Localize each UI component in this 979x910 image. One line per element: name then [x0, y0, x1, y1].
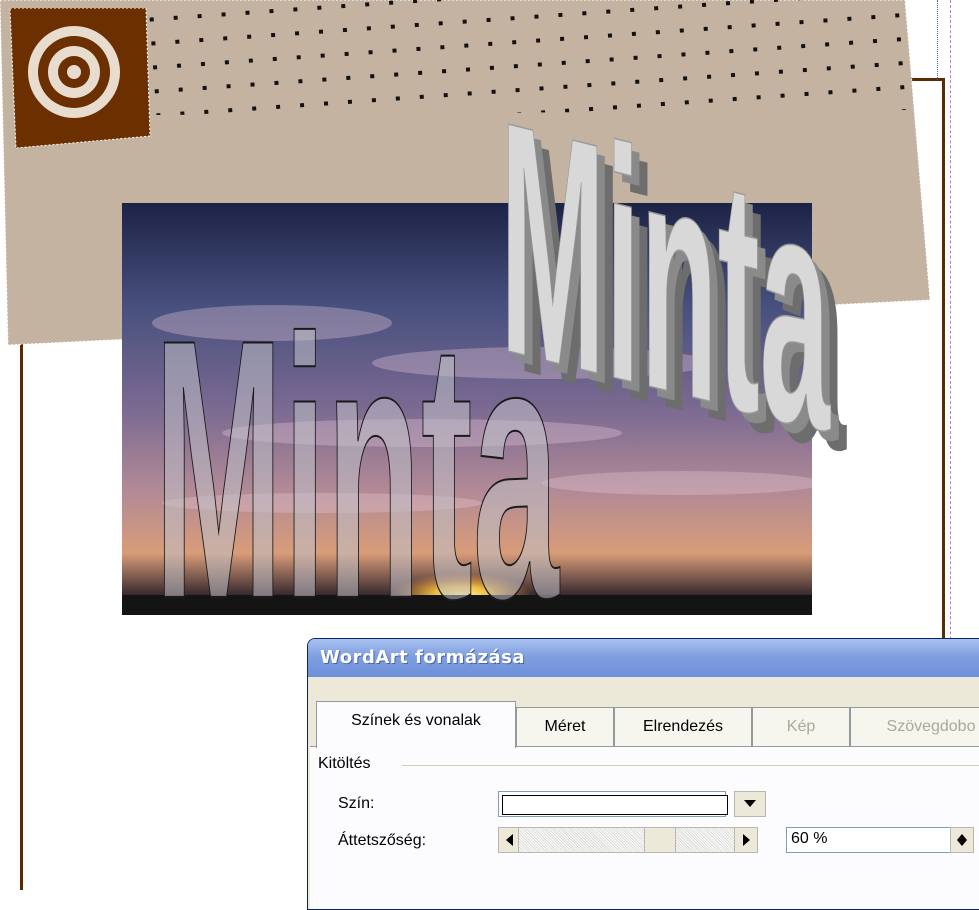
- slider-thumb[interactable]: [644, 827, 676, 853]
- target-logo-icon[interactable]: [6, 8, 156, 153]
- dialog-title-bar[interactable]: WordArt formázása: [308, 639, 979, 677]
- tab-size[interactable]: Méret: [516, 707, 614, 746]
- transparency-input[interactable]: 60 %: [786, 827, 968, 853]
- arrow-right-icon: [742, 834, 750, 846]
- transparency-label: Áttetszőség:: [338, 832, 427, 849]
- spin-down-icon: [957, 840, 967, 846]
- tab-label: Színek és vonalak: [351, 712, 481, 729]
- transparency-spinner[interactable]: [950, 827, 974, 853]
- tab-textbox: Szövegdobo: [850, 707, 979, 746]
- wordart-3d-text: Minta: [500, 60, 831, 480]
- transparency-value: 60 %: [791, 830, 828, 847]
- tab-colors-lines[interactable]: Színek és vonalak: [316, 701, 516, 748]
- chevron-down-icon: [744, 800, 756, 807]
- fill-group-label: Kitöltés: [318, 755, 371, 772]
- slider-left-button[interactable]: [498, 827, 520, 853]
- color-swatch: [502, 795, 728, 815]
- tab-picture: Kép: [752, 707, 850, 746]
- page-border-left: [20, 330, 23, 890]
- color-dropdown[interactable]: [498, 791, 728, 817]
- tab-layout[interactable]: Elrendezés: [614, 707, 752, 746]
- tab-label: Elrendezés: [642, 718, 724, 735]
- arrow-left-icon: [505, 834, 513, 846]
- tab-label: Méret: [544, 718, 586, 735]
- dialog-title: WordArt formázása: [320, 647, 525, 668]
- transparency-slider[interactable]: [518, 827, 758, 853]
- wordart-3d[interactable]: Minta Minta Minta: [480, 60, 910, 480]
- color-dropdown-button[interactable]: [734, 791, 766, 817]
- tab-label: Szövegdobo: [886, 718, 976, 735]
- slider-right-button[interactable]: [734, 827, 758, 853]
- tab-label: Kép: [786, 718, 816, 735]
- wordart-format-dialog: WordArt formázása Színek és vonalak Mére…: [307, 638, 979, 910]
- color-label: Szín:: [338, 795, 375, 812]
- tab-panel: Kitöltés Szín: Áttetszőség: 60 %: [310, 746, 979, 909]
- group-separator: [402, 765, 979, 766]
